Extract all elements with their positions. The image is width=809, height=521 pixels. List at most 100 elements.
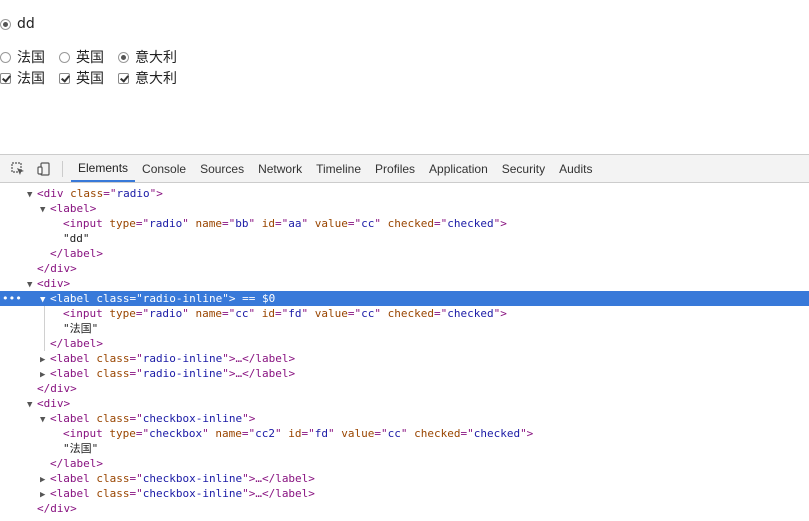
dom-node[interactable]: <input type="checkbox" name="cc2" id="fd… bbox=[0, 426, 809, 441]
code-token: <label bbox=[50, 487, 97, 500]
checkbox[interactable] bbox=[59, 72, 70, 84]
code-token: ">…</label> bbox=[222, 352, 296, 365]
code-token: radio bbox=[116, 187, 150, 200]
tab-elements[interactable]: Elements bbox=[71, 155, 136, 182]
checkbox-option-uk[interactable]: 英国 bbox=[59, 68, 104, 88]
tab-audits[interactable]: Audits bbox=[552, 155, 599, 182]
code-token: </div> bbox=[37, 382, 77, 395]
code-token: cc bbox=[387, 427, 401, 440]
tab-application[interactable]: Application bbox=[422, 155, 495, 182]
code-token: "> bbox=[493, 217, 507, 230]
code-token: class bbox=[96, 412, 130, 425]
code-token: </label> bbox=[50, 247, 103, 260]
dom-node[interactable]: </div> bbox=[0, 261, 809, 276]
radio-button[interactable] bbox=[118, 51, 129, 63]
dom-node[interactable]: </label> bbox=[0, 336, 809, 351]
code-token: cc bbox=[361, 307, 375, 320]
radio-row-single: dd bbox=[0, 16, 49, 32]
radio-button[interactable] bbox=[0, 51, 11, 63]
code-token: checked bbox=[473, 427, 521, 440]
code-token: == $0 bbox=[235, 292, 276, 305]
tab-profiles[interactable]: Profiles bbox=[368, 155, 422, 182]
tab-console[interactable]: Console bbox=[135, 155, 193, 182]
code-token: =" bbox=[433, 307, 448, 320]
code-token: " bbox=[374, 217, 388, 230]
tab-network[interactable]: Network bbox=[251, 155, 309, 182]
checkbox[interactable] bbox=[118, 72, 129, 84]
code-token: ">…</label> bbox=[222, 367, 296, 380]
code-token: ">…</label> bbox=[242, 487, 315, 500]
code-token: =" bbox=[221, 307, 236, 320]
code-token: fd bbox=[314, 427, 328, 440]
code-token: " bbox=[374, 307, 388, 320]
code-token: checked bbox=[447, 307, 494, 320]
dom-node[interactable]: </label> bbox=[0, 246, 809, 261]
code-token: name bbox=[195, 217, 222, 230]
dom-node[interactable]: "dd" bbox=[0, 231, 809, 246]
dom-node-selected[interactable]: ••• ▼ <label class="radio-inline"> == $0 bbox=[0, 291, 809, 306]
dom-node[interactable]: ▶ <label class="checkbox-inline">…</label… bbox=[0, 486, 809, 501]
code-token: =" bbox=[433, 217, 448, 230]
inspect-element-icon[interactable] bbox=[10, 161, 26, 177]
code-token: "> bbox=[493, 307, 507, 320]
dom-node[interactable]: </label> bbox=[0, 456, 809, 471]
code-token: checkbox-inline bbox=[142, 487, 243, 500]
dom-node[interactable]: <input type="radio" name="bb" id="aa" va… bbox=[0, 216, 809, 231]
checkbox-label: 英国 bbox=[76, 71, 104, 87]
code-token: type bbox=[109, 307, 136, 320]
dom-node[interactable]: ▼ <div> bbox=[0, 276, 809, 291]
radio-option-dd[interactable]: dd bbox=[0, 16, 35, 32]
radio-option-italy[interactable]: 意大利 bbox=[118, 47, 177, 67]
dom-node[interactable]: ▼ <div> bbox=[0, 396, 809, 411]
code-token: class bbox=[96, 292, 130, 305]
code-token: radio bbox=[149, 307, 183, 320]
code-token: =" bbox=[274, 217, 289, 230]
more-actions-icon[interactable]: ••• bbox=[2, 291, 22, 306]
code-token: bb bbox=[235, 217, 249, 230]
dom-node[interactable]: </div> bbox=[0, 381, 809, 396]
dom-node[interactable]: ▶ <label class="checkbox-inline">…</label… bbox=[0, 471, 809, 486]
code-token: </div> bbox=[37, 502, 77, 515]
code-token: "法国" bbox=[63, 322, 99, 335]
code-token: checked bbox=[447, 217, 494, 230]
dom-node[interactable]: ▶ <label class="radio-inline">…</label> bbox=[0, 351, 809, 366]
code-token: type bbox=[109, 217, 136, 230]
code-token: " bbox=[400, 427, 415, 440]
dom-node[interactable]: ▼ <label class="checkbox-inline"> bbox=[0, 411, 809, 426]
code-token: name bbox=[195, 307, 222, 320]
checkbox[interactable] bbox=[0, 72, 11, 84]
radio-label: 意大利 bbox=[135, 50, 177, 66]
radio-button[interactable] bbox=[59, 51, 70, 63]
code-token: =" bbox=[135, 217, 150, 230]
radio-option-uk[interactable]: 英国 bbox=[59, 47, 104, 67]
code-token: checkbox-inline bbox=[142, 472, 243, 485]
code-token: <input bbox=[63, 427, 110, 440]
dom-node[interactable]: "法国" bbox=[0, 441, 809, 456]
device-mode-icon[interactable] bbox=[36, 161, 52, 177]
dom-node[interactable]: "法国" bbox=[0, 321, 809, 336]
devtools-toolbar: Elements Console Sources Network Timeline Pro… bbox=[0, 155, 809, 183]
code-token: checked bbox=[387, 307, 434, 320]
dom-node[interactable]: <input type="radio" name="cc" id="fd" va… bbox=[0, 306, 809, 321]
code-token: =" bbox=[347, 217, 362, 230]
checkbox-option-italy[interactable]: 意大利 bbox=[118, 68, 177, 88]
tab-security[interactable]: Security bbox=[495, 155, 552, 182]
code-token: </div> bbox=[37, 262, 77, 275]
code-token: <div bbox=[37, 187, 71, 200]
radio-option-france[interactable]: 法国 bbox=[0, 47, 45, 67]
code-token: <label bbox=[50, 367, 97, 380]
tab-timeline[interactable]: Timeline bbox=[309, 155, 368, 182]
code-token: =" bbox=[129, 412, 143, 425]
code-token: =" bbox=[347, 307, 362, 320]
tab-sources[interactable]: Sources bbox=[193, 155, 251, 182]
dom-node[interactable]: ▼ <div class="radio"> bbox=[0, 186, 809, 201]
dom-node[interactable]: ▼ <label> bbox=[0, 201, 809, 216]
code-token: "> bbox=[520, 427, 534, 440]
checkbox-option-france[interactable]: 法国 bbox=[0, 68, 45, 88]
code-token: <div> bbox=[37, 397, 71, 410]
radio-button[interactable] bbox=[0, 18, 11, 30]
dom-node[interactable]: ▶ <label class="radio-inline">…</label> bbox=[0, 366, 809, 381]
radio-row-inline: 法国 英国 意大利 bbox=[0, 47, 191, 67]
dom-node[interactable]: </div> bbox=[0, 501, 809, 516]
code-token: radio-inline bbox=[142, 292, 223, 305]
